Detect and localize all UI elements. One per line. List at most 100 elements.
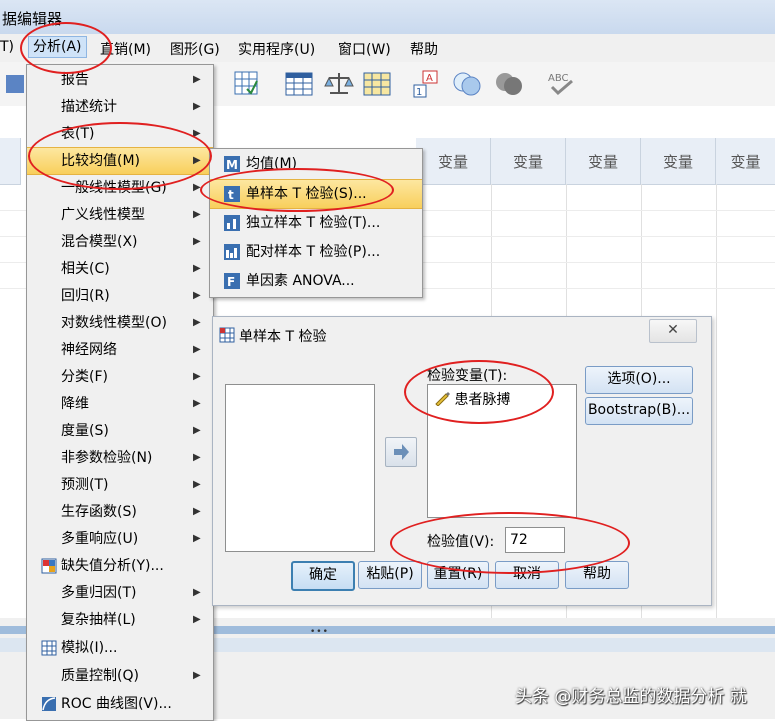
move-variable-button[interactable] xyxy=(385,437,417,467)
show-all-variables-icon[interactable] xyxy=(494,69,524,99)
submenu-item-means[interactable]: M 均值(M) xyxy=(210,150,422,178)
menu-item-correlate[interactable]: 相关(C) ▶ xyxy=(27,256,213,282)
means-icon: M xyxy=(224,156,240,172)
submenu-arrow-icon: ▶ xyxy=(193,263,201,274)
menu-transform[interactable]: T) xyxy=(0,39,14,55)
menu-direct-marketing[interactable]: 直销(M) xyxy=(100,39,151,59)
anova-icon: F xyxy=(224,273,240,289)
menu-item-dimension-reduction[interactable]: 降维 ▶ xyxy=(27,391,213,417)
weight-scale-icon[interactable] xyxy=(324,69,354,99)
menu-item-regression[interactable]: 回归(R) ▶ xyxy=(27,283,213,309)
missing-values-icon xyxy=(41,558,57,574)
arrow-right-icon xyxy=(394,444,409,460)
dialog-title: 单样本 T 检验 xyxy=(239,329,327,345)
menu-item-multiple-response[interactable]: 多重响应(U) ▶ xyxy=(27,526,213,552)
menu-item-loglinear[interactable]: 对数线性模型(O) ▶ xyxy=(27,310,213,336)
column-header[interactable]: 变量 xyxy=(491,138,566,185)
svg-text:A: A xyxy=(426,73,433,84)
close-icon: ✕ xyxy=(667,322,679,338)
submenu-arrow-icon: ▶ xyxy=(193,670,201,681)
insert-cases-icon[interactable] xyxy=(232,69,262,99)
test-variables-label: 检验变量(T): xyxy=(427,368,508,384)
column-header[interactable]: 变量 xyxy=(416,138,491,185)
grid-table-icon[interactable] xyxy=(284,69,314,99)
submenu-arrow-icon: ▶ xyxy=(193,155,201,166)
menu-item-quality-control[interactable]: 质量控制(Q) ▶ xyxy=(27,663,213,689)
menu-item-survival[interactable]: 生存函数(S) ▶ xyxy=(27,499,213,525)
watermark: 头条 @财务总监的数据分析 就 xyxy=(515,687,747,707)
submenu-arrow-icon: ▶ xyxy=(193,290,201,301)
menu-graphs[interactable]: 图形(G) xyxy=(170,39,220,59)
list-item[interactable]: 患者脉搏 xyxy=(434,389,510,409)
svg-text:M: M xyxy=(226,158,238,172)
menu-item-roc-curve[interactable]: ROC 曲线图(V)... xyxy=(27,691,213,717)
column-header[interactable]: 变量 xyxy=(566,138,641,185)
splitter-handle[interactable]: ••• xyxy=(310,627,329,637)
menu-item-nonparametric-tests[interactable]: 非参数检验(N) ▶ xyxy=(27,445,213,471)
menu-item-mixed-models[interactable]: 混合模型(X) ▶ xyxy=(27,229,213,255)
submenu-arrow-icon: ▶ xyxy=(193,236,201,247)
one-sample-t-test-dialog: 单样本 T 检验 ✕ 检验变量(T): 患者脉搏 检验值(V): 72 选项(O… xyxy=(212,316,712,606)
menu-item-multiple-imputation[interactable]: 多重归因(T) ▶ xyxy=(27,580,213,606)
scale-variable-icon xyxy=(435,392,450,407)
svg-text:t: t xyxy=(228,188,234,202)
cancel-button[interactable]: 取消 xyxy=(495,561,559,589)
menu-item-reports[interactable]: 报告 ▶ xyxy=(27,67,213,93)
help-button[interactable]: 帮助 xyxy=(565,561,629,589)
menu-help[interactable]: 帮助 xyxy=(410,39,438,59)
submenu-arrow-icon: ▶ xyxy=(193,371,201,382)
title-bar: 据编辑器 xyxy=(0,0,775,34)
menu-item-generalized-linear-models[interactable]: 广义线性模型 ▶ xyxy=(27,202,213,228)
menu-window[interactable]: 窗口(W) xyxy=(338,39,391,59)
menu-item-tables[interactable]: 表(T) ▶ xyxy=(27,121,213,147)
submenu-arrow-icon: ▶ xyxy=(193,452,201,463)
submenu-item-paired-t-test[interactable]: 配对样本 T 检验(P)... xyxy=(210,238,422,266)
column-header[interactable]: 变量 xyxy=(641,138,716,185)
menu-bar: T) 分析(A) 直销(M) 图形(G) 实用程序(U) 窗口(W) 帮助 xyxy=(0,34,775,63)
menu-item-complex-samples[interactable]: 复杂抽样(L) ▶ xyxy=(27,607,213,633)
options-button[interactable]: 选项(O)... xyxy=(585,366,693,394)
ok-button[interactable]: 确定 xyxy=(291,561,355,591)
paste-button[interactable]: 粘贴(P) xyxy=(358,561,422,589)
window-title: 据编辑器 xyxy=(2,10,63,28)
submenu-item-independent-t-test[interactable]: 独立样本 T 检验(T)... xyxy=(210,209,422,237)
menu-item-classify[interactable]: 分类(F) ▶ xyxy=(27,364,213,390)
reset-button[interactable]: 重置(R) xyxy=(427,561,489,589)
submenu-item-one-way-anova[interactable]: F 单因素 ANOVA... xyxy=(210,267,422,295)
submenu-arrow-icon: ▶ xyxy=(193,209,201,220)
menu-item-forecasting[interactable]: 预测(T) ▶ xyxy=(27,472,213,498)
test-value-input[interactable]: 72 xyxy=(505,527,565,553)
simulation-icon xyxy=(41,640,57,656)
submenu-arrow-icon: ▶ xyxy=(193,587,201,598)
menu-item-simulation[interactable]: 模拟(I)... xyxy=(27,635,213,661)
column-header[interactable]: 变量 xyxy=(716,138,775,185)
compare-means-submenu: M 均值(M) t 单样本 T 检验(S)... 独立样本 T 检验(T)...… xyxy=(209,148,423,298)
select-cases-icon[interactable] xyxy=(362,69,392,99)
menu-item-compare-means[interactable]: 比较均值(M) ▶ xyxy=(27,147,213,175)
column-header[interactable] xyxy=(0,138,21,185)
spell-check-icon[interactable]: ABC xyxy=(546,69,576,99)
menu-item-missing-value-analysis[interactable]: 缺失值分析(Y)... xyxy=(27,553,213,579)
value-labels-icon[interactable]: A1 xyxy=(412,69,442,99)
menu-item-general-linear-model[interactable]: 一般线性模型(G) ▶ xyxy=(27,175,213,201)
submenu-item-one-sample-t-test[interactable]: t 单样本 T 检验(S)... xyxy=(210,179,422,209)
menu-item-scale[interactable]: 度量(S) ▶ xyxy=(27,418,213,444)
bootstrap-button[interactable]: Bootstrap(B)... xyxy=(585,397,693,425)
dialog-app-icon xyxy=(219,327,235,343)
close-button[interactable]: ✕ xyxy=(649,319,697,343)
test-variables-list[interactable]: 患者脉搏 xyxy=(427,384,577,518)
source-variable-list[interactable] xyxy=(225,384,375,552)
submenu-arrow-icon: ▶ xyxy=(193,614,201,625)
use-sets-icon[interactable] xyxy=(452,69,482,99)
menu-item-neural-networks[interactable]: 神经网络 ▶ xyxy=(27,337,213,363)
grid-line xyxy=(716,184,717,618)
svg-text:ABC: ABC xyxy=(548,73,569,84)
menu-item-descriptive-statistics[interactable]: 描述统计 ▶ xyxy=(27,94,213,120)
submenu-arrow-icon: ▶ xyxy=(193,317,201,328)
menu-utilities[interactable]: 实用程序(U) xyxy=(238,39,315,59)
submenu-arrow-icon: ▶ xyxy=(193,479,201,490)
submenu-arrow-icon: ▶ xyxy=(193,74,201,85)
analyze-menu: 报告 ▶ 描述统计 ▶ 表(T) ▶ 比较均值(M) ▶ 一般线性模型(G) ▶ 广义线性… xyxy=(26,64,214,721)
submenu-arrow-icon: ▶ xyxy=(193,344,201,355)
menu-analyze[interactable]: 分析(A) xyxy=(28,36,87,58)
